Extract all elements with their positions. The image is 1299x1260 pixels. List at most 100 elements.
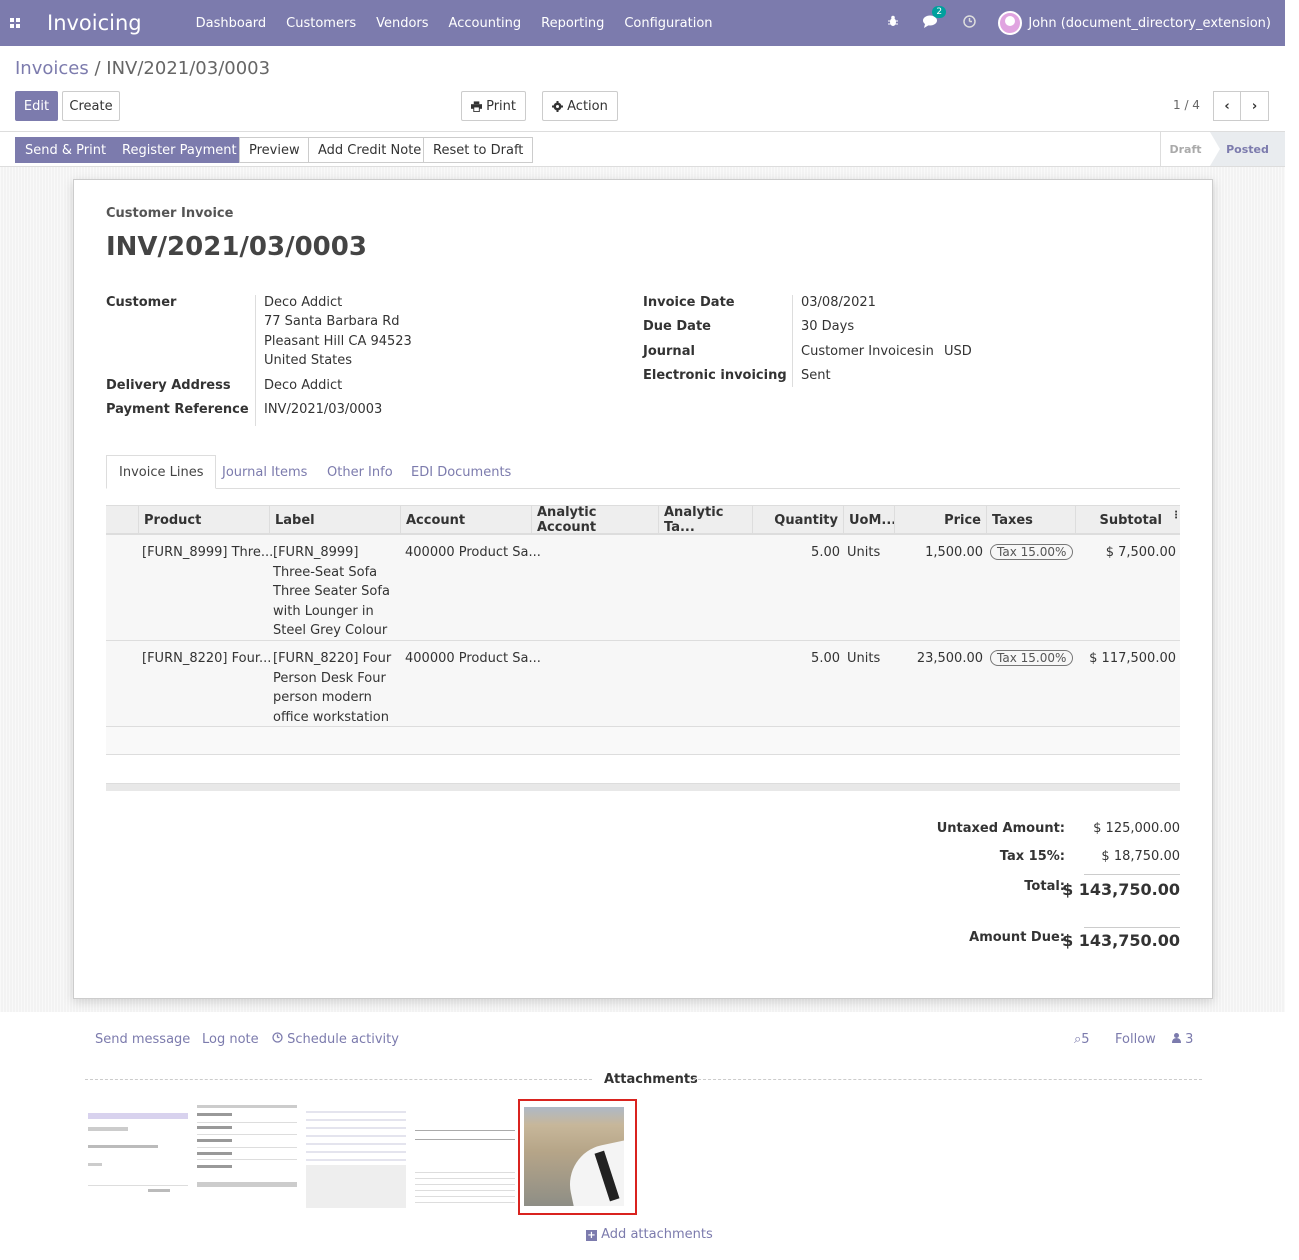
app-title[interactable]: Invoicing: [47, 11, 142, 35]
payment-reference-label: Payment Reference: [106, 402, 249, 417]
selected-attachment-frame[interactable]: [518, 1099, 637, 1215]
reset-to-draft-button[interactable]: Reset to Draft: [423, 137, 534, 163]
menu-reporting[interactable]: Reporting: [531, 16, 614, 31]
attachment-thumbnail[interactable]: [197, 1105, 297, 1208]
follow-button[interactable]: Follow: [1115, 1032, 1156, 1047]
tax-label: Tax 15%:: [999, 849, 1065, 864]
add-credit-note-button[interactable]: Add Credit Note: [308, 137, 432, 163]
apps-grid-icon[interactable]: [0, 0, 30, 46]
followers-button[interactable]: 3: [1172, 1032, 1193, 1047]
breadcrumb-separator: /: [94, 58, 101, 79]
header-subtotal[interactable]: Subtotal: [1075, 506, 1180, 534]
attachment-photo: [524, 1107, 624, 1206]
chat-icon[interactable]: 2: [912, 5, 950, 32]
column-options-icon[interactable]: ⋮: [1171, 511, 1181, 521]
tab-invoice-lines[interactable]: Invoice Lines: [106, 455, 217, 489]
statusbar: Send & Print Register Payment Preview Ad…: [0, 131, 1285, 167]
message-count-badge: 2: [932, 5, 947, 18]
header-product[interactable]: Product: [138, 506, 269, 534]
header-quantity[interactable]: Quantity: [752, 506, 843, 534]
stage-draft[interactable]: Draft: [1160, 132, 1210, 166]
clock-icon: [272, 1032, 283, 1043]
thumb-bar: [197, 1182, 297, 1187]
header-price[interactable]: Price: [894, 506, 986, 534]
add-attachments-button[interactable]: + Add attachments: [586, 1227, 713, 1242]
send-message-button[interactable]: Send message: [95, 1032, 190, 1047]
menu-accounting[interactable]: Accounting: [439, 16, 532, 31]
menu-configuration[interactable]: Configuration: [614, 16, 722, 31]
thumb-bar: [88, 1113, 188, 1119]
stage-posted[interactable]: Posted: [1210, 132, 1285, 166]
table-row[interactable]: [FURN_8220] Four... [FURN_8220] Four Per…: [106, 641, 1180, 727]
log-note-button[interactable]: Log note: [202, 1032, 259, 1047]
attachment-thumbnail[interactable]: [415, 1105, 515, 1208]
due-date-value[interactable]: 30 Days: [801, 319, 854, 334]
menu-dashboard[interactable]: Dashboard: [186, 16, 277, 31]
cell-product: [FURN_8220] Four...: [142, 651, 272, 666]
attachments-separator: [85, 1079, 592, 1080]
cell-quantity: 5.00: [811, 545, 840, 560]
attachment-thumbnail[interactable]: [306, 1105, 406, 1208]
table-row[interactable]: [FURN_8999] Thre... [FURN_8999] Three-Se…: [106, 535, 1180, 641]
cell-taxes: Tax 15.00%: [990, 649, 1074, 669]
create-button[interactable]: Create: [62, 91, 120, 121]
send-print-button[interactable]: Send & Print: [15, 137, 117, 163]
attachments-count: 5: [1081, 1032, 1090, 1047]
header-label[interactable]: Label: [269, 506, 400, 534]
header-analytic-tags[interactable]: Analytic Ta...: [658, 505, 752, 535]
totals-divider: [1084, 874, 1180, 875]
print-icon: [471, 100, 483, 112]
attachments-count-button[interactable]: ⌕5: [1074, 1032, 1090, 1047]
thumb-text: [197, 1126, 232, 1129]
header-uom[interactable]: UoM...: [843, 506, 896, 534]
journal-label: Journal: [643, 344, 695, 359]
currency-link[interactable]: USD: [944, 344, 972, 359]
customer-link[interactable]: Deco Addict: [264, 295, 342, 310]
schedule-activity-button[interactable]: Schedule activity: [272, 1032, 399, 1047]
invoice-sheet: Customer Invoice INV/2021/03/0003 Custom…: [73, 179, 1213, 999]
stage-posted-label: Posted: [1226, 142, 1269, 156]
avatar: [998, 11, 1023, 35]
cell-price: 1,500.00: [925, 545, 983, 560]
add-attachments-label: Add attachments: [601, 1227, 713, 1242]
journal-link[interactable]: Customer Invoices: [801, 344, 922, 359]
attachment-thumbnail[interactable]: [88, 1105, 188, 1208]
thumb-text: [197, 1165, 232, 1168]
cell-subtotal: $ 7,500.00: [1105, 545, 1176, 560]
header-taxes[interactable]: Taxes: [986, 506, 1075, 534]
plus-square-icon: +: [586, 1230, 597, 1241]
untaxed-amount-label: Untaxed Amount:: [936, 821, 1065, 836]
due-date-label: Due Date: [643, 319, 711, 334]
thumb-line: [197, 1105, 297, 1108]
header-analytic-account[interactable]: Analytic Account: [531, 505, 658, 535]
thumb-text: [148, 1189, 170, 1192]
user-menu[interactable]: John (document_directory_extension): [988, 11, 1285, 35]
header-account[interactable]: Account: [400, 506, 531, 534]
chevron-left-icon[interactable]: ‹: [1213, 91, 1241, 121]
invoice-date-label: Invoice Date: [643, 295, 735, 310]
cell-account: 400000 Product Sa...: [405, 651, 541, 666]
clock-icon[interactable]: [950, 14, 988, 32]
delivery-address-link[interactable]: Deco Addict: [264, 378, 342, 393]
edit-button[interactable]: Edit: [15, 91, 58, 121]
lines-table-header: Product Label Account Analytic Account A…: [106, 505, 1181, 535]
preview-button[interactable]: Preview: [239, 137, 310, 163]
tab-other-info[interactable]: Other Info: [315, 455, 405, 489]
menu-customers[interactable]: Customers: [276, 16, 366, 31]
menu-vendors[interactable]: Vendors: [366, 16, 438, 31]
tab-journal-items[interactable]: Journal Items: [210, 455, 319, 489]
pager-value[interactable]: 1 / 4: [1173, 98, 1200, 112]
breadcrumb: Invoices / INV/2021/03/0003: [15, 58, 270, 79]
tab-edi-documents[interactable]: EDI Documents: [399, 455, 523, 489]
thumb-line: [197, 1134, 297, 1135]
bug-icon[interactable]: [874, 15, 912, 31]
print-button[interactable]: Print: [461, 91, 526, 121]
field-divider: [792, 295, 793, 387]
chevron-right-icon[interactable]: ›: [1241, 91, 1269, 121]
action-button[interactable]: Action: [542, 91, 618, 121]
thumb-table: [306, 1105, 406, 1165]
tax-tag: Tax 15.00%: [990, 650, 1074, 666]
breadcrumb-invoices[interactable]: Invoices: [15, 58, 89, 79]
register-payment-button[interactable]: Register Payment: [112, 137, 247, 163]
address-line: United States: [264, 353, 353, 368]
